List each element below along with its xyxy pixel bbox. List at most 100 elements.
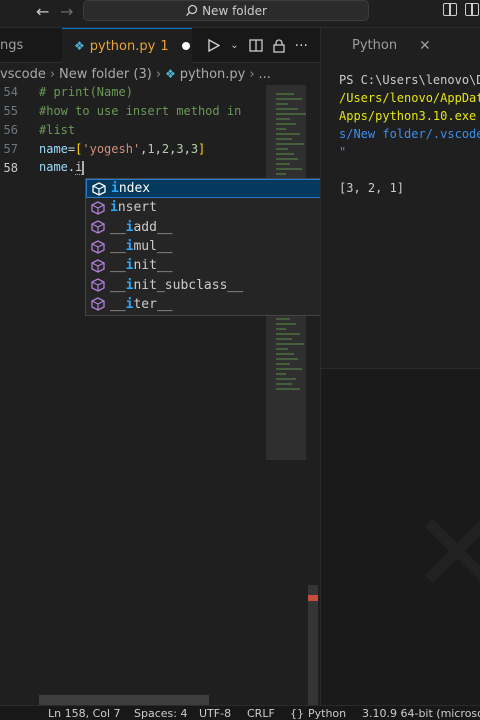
minimap-line [276, 133, 300, 135]
code-line: 54 # print(Name) [0, 82, 266, 101]
minimap-line [276, 323, 296, 325]
breadcrumb-item[interactable]: ... [259, 67, 271, 82]
terminal-output[interactable]: PS C:\Users\lenovo\D /Users/lenovo/AppDa… [321, 63, 480, 393]
right-panel: Python ✕ PS C:\Users\lenovo\D /Users/len… [321, 28, 480, 705]
code-line-current: 58 name.i [0, 158, 266, 177]
more-actions-icon[interactable]: ··· [295, 38, 308, 54]
status-cursor-position[interactable]: Ln 158, Col 7 [48, 707, 121, 720]
chevron-right-icon: › [49, 66, 56, 82]
breadcrumb-item[interactable]: python.py [180, 67, 246, 82]
minimap-line [276, 153, 294, 155]
minimap-line [276, 168, 302, 170]
code-line: 55 #how to use insert method in [0, 101, 266, 120]
minimap-line [276, 108, 298, 110]
status-language[interactable]: Python [308, 707, 346, 720]
minimap-line [276, 93, 294, 95]
minimap-line [276, 348, 288, 350]
suggestion-label: __init__ [110, 258, 173, 274]
tab-settings[interactable]: ngs [0, 28, 62, 63]
minimap-line [276, 123, 296, 125]
line-number: 55 [3, 103, 18, 118]
minimap-line [276, 388, 300, 390]
terminal-line: Apps/python3.10.exe [339, 109, 477, 123]
problems-count: 1 [160, 38, 169, 54]
panel-header: Python ✕ [321, 28, 480, 63]
minimap-line [276, 158, 298, 160]
suggestion-label: __iter__ [110, 296, 173, 312]
terminal-line: /Users/lenovo/AppDat [339, 91, 480, 105]
minimap-line [276, 173, 286, 175]
minimap-line [276, 383, 292, 385]
command-center-search[interactable]: New folder [83, 0, 369, 21]
minimap-line [276, 143, 304, 145]
line-number: 58 [3, 160, 18, 175]
search-icon [186, 4, 198, 16]
method-cube-icon [91, 259, 105, 273]
search-text: New folder [202, 3, 267, 18]
minimap-line [276, 353, 294, 355]
scroll-position-marker [308, 595, 318, 601]
editor-tab-bar: ngs ❖ python.py 1 ⌄ ··· [0, 28, 320, 63]
code-text: name.i [39, 160, 84, 176]
terminal-line: " [339, 145, 347, 159]
method-cube-icon [92, 181, 106, 196]
suggestion-label: __imul__ [110, 239, 173, 255]
method-cube-icon [91, 201, 105, 215]
run-icon[interactable] [208, 39, 221, 52]
minimap-line [276, 148, 288, 150]
status-eol[interactable]: CRLF [247, 707, 275, 720]
method-cube-icon [91, 278, 105, 292]
chevron-down-icon[interactable]: ⌄ [230, 40, 238, 51]
code-text: #how to use insert method in [39, 103, 242, 118]
minimap-line [276, 328, 286, 330]
suggestion-label: __iadd__ [110, 219, 173, 235]
status-indentation[interactable]: Spaces: 4 [134, 707, 187, 720]
terminal-line: PS C:\Users\lenovo\D [339, 73, 480, 87]
suggestion-label: __init_subclass__ [110, 277, 244, 293]
minimap-line [276, 368, 302, 370]
toggle-sidebar-icon[interactable] [443, 3, 457, 16]
chevron-right-icon: › [249, 66, 255, 82]
status-encoding[interactable]: UTF-8 [199, 707, 231, 720]
editor-actions: ⌄ ··· [208, 28, 320, 63]
minimap-line [276, 363, 290, 365]
minimap-line [276, 163, 290, 165]
terminal-line: s/New folder/.vscode [339, 127, 480, 141]
panel-empty-area: ✕ [321, 368, 480, 705]
lock-icon[interactable] [272, 38, 285, 53]
minimap-line [276, 138, 292, 140]
minimap-line [276, 318, 290, 320]
minimap-line [276, 338, 292, 340]
code-text: # print(Name) [39, 84, 133, 99]
arrow-left-icon[interactable]: ← [36, 2, 49, 21]
breadcrumb-item[interactable]: vscode [0, 67, 46, 82]
arrow-right-icon[interactable]: → [60, 2, 73, 21]
watermark-x-icon: ✕ [411, 489, 480, 617]
python-file-icon: ❖ [74, 39, 85, 53]
line-number: 56 [3, 122, 18, 137]
unsaved-dot-icon[interactable] [181, 42, 190, 50]
minimap-line [276, 128, 286, 130]
close-icon[interactable]: ✕ [419, 38, 431, 54]
minimap-line [276, 118, 290, 120]
braces-icon[interactable]: {} [290, 707, 304, 720]
minimap-line [276, 378, 296, 380]
method-cube-icon [91, 220, 105, 234]
method-cube-icon [91, 297, 105, 312]
text-cursor [82, 160, 84, 175]
horizontal-scrollbar[interactable] [39, 695, 209, 705]
scrollbar-thumb[interactable] [308, 585, 318, 715]
method-cube-icon [91, 239, 105, 254]
status-interpreter[interactable]: 3.10.9 64-bit (microso [362, 707, 480, 720]
code-text: #list [39, 122, 76, 137]
line-number: 57 [3, 141, 18, 156]
tab-label: ngs [0, 38, 24, 53]
breadcrumb-item[interactable]: New folder (3) [59, 67, 152, 82]
split-editor-icon[interactable] [248, 39, 263, 52]
tab-python-py[interactable]: ❖ python.py 1 [62, 28, 192, 63]
suggestion-label: insert [110, 200, 157, 216]
minimap-line [276, 333, 300, 335]
toggle-panel-icon[interactable] [465, 3, 479, 16]
tab-label: python.py [89, 38, 156, 54]
tab-python-output[interactable]: Python [352, 38, 397, 53]
